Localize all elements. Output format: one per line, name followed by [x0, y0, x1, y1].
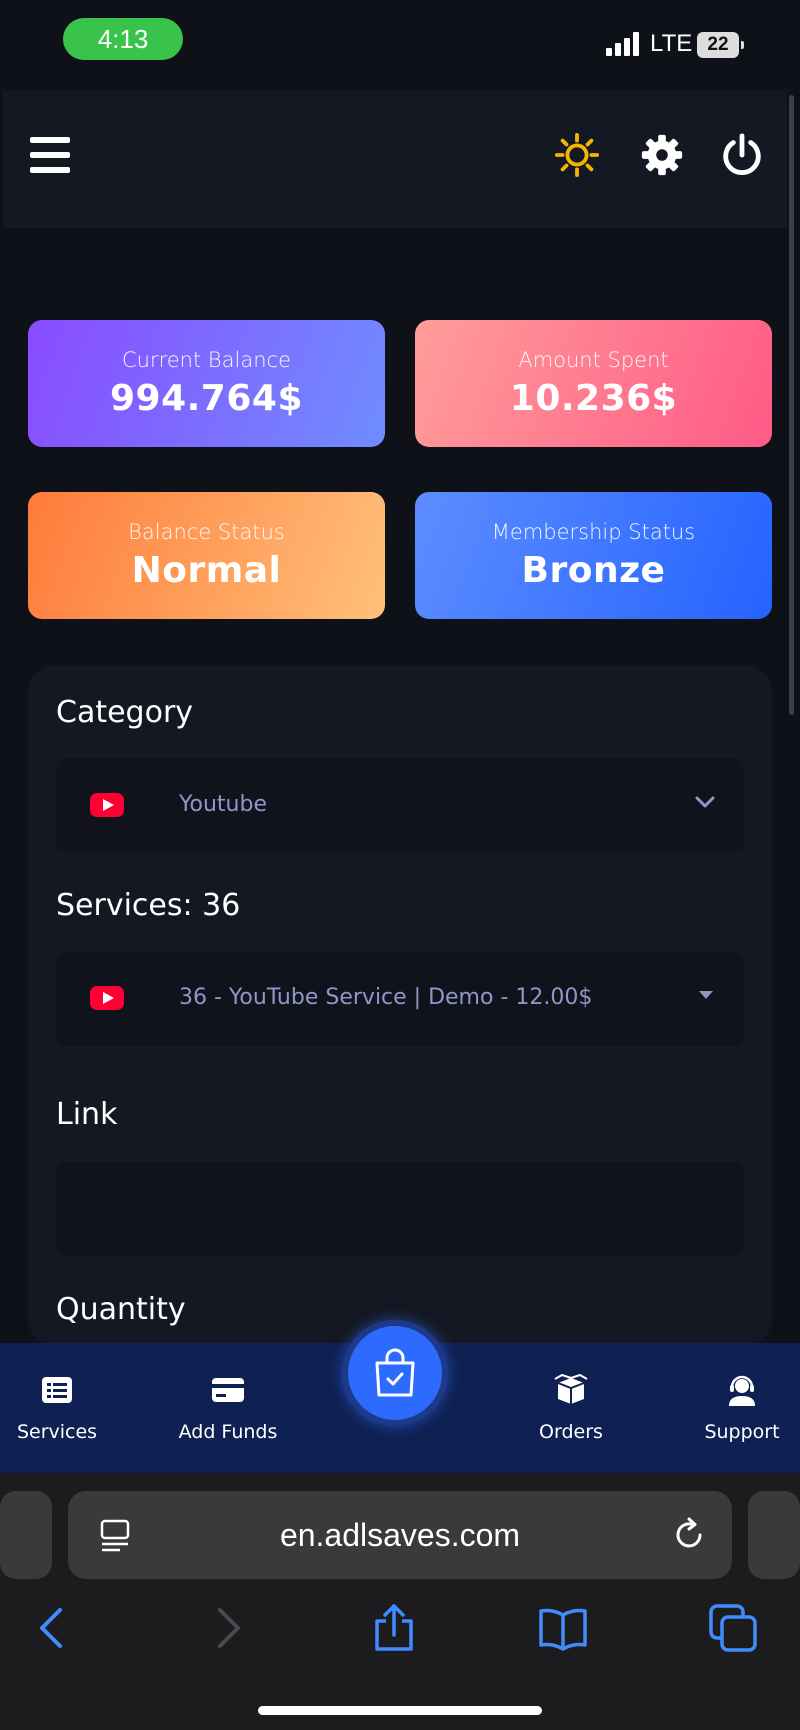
link-input[interactable] — [56, 1162, 744, 1257]
new-order-form: Category Youtube Services: 36 36 - YouTu… — [28, 665, 772, 1345]
signal-icon — [606, 32, 642, 56]
youtube-icon — [90, 793, 124, 817]
stat-value: Bronze — [521, 550, 666, 591]
shopping-bag-check-icon — [375, 1348, 415, 1397]
stat-value: Normal — [131, 550, 282, 591]
stat-label: Current Balance — [121, 348, 291, 372]
nav-item-services[interactable]: Services — [0, 1373, 132, 1443]
status-time: 4:13 — [63, 18, 183, 60]
category-label: Category — [56, 695, 194, 730]
service-value: 36 - YouTube Service | Demo - 12.00$ — [179, 985, 593, 1010]
forward-icon — [218, 1608, 240, 1648]
nav-item-support[interactable]: Support — [667, 1373, 800, 1443]
new-order-fab[interactable] — [342, 1320, 448, 1426]
home-indicator[interactable] — [258, 1706, 542, 1715]
back-icon[interactable] — [28, 1603, 78, 1653]
chevron-down-icon — [695, 796, 715, 808]
share-icon[interactable] — [369, 1603, 419, 1653]
stat-label: Amount Spent — [518, 348, 669, 372]
box-icon — [554, 1373, 588, 1404]
stat-value: 10.236$ — [509, 378, 678, 419]
balance-status-card: Balance Status Normal — [28, 492, 385, 619]
sun-icon[interactable] — [554, 132, 600, 178]
services-label: Services: 36 — [56, 888, 241, 923]
link-label: Link — [56, 1097, 118, 1132]
nav-label: Services — [16, 1421, 98, 1443]
category-select[interactable]: Youtube — [56, 758, 744, 852]
address-bar[interactable]: en.adlsaves.com — [68, 1491, 732, 1579]
stat-label: Balance Status — [128, 520, 285, 544]
nav-label: Orders — [539, 1421, 603, 1443]
nav-label: Support — [704, 1421, 780, 1443]
headset-icon — [729, 1375, 755, 1406]
service-select[interactable]: 36 - YouTube Service | Demo - 12.00$ — [56, 952, 744, 1046]
nav-label: Add Funds — [178, 1421, 278, 1443]
stat-label: Membership Status — [491, 520, 696, 544]
card-icon — [212, 1378, 244, 1402]
current-balance-card: Current Balance 994.764$ — [28, 320, 385, 447]
bookmarks-icon[interactable] — [538, 1603, 588, 1653]
caret-down-icon — [699, 991, 713, 999]
membership-status-card: Membership Status Bronze — [415, 492, 772, 619]
next-tab[interactable] — [748, 1491, 800, 1579]
page-scrollbar[interactable] — [789, 95, 794, 715]
network-type: LTE — [650, 30, 693, 57]
power-icon[interactable] — [719, 132, 765, 178]
quantity-label: Quantity — [56, 1292, 186, 1327]
list-icon — [42, 1377, 72, 1403]
url-text: en.adlsaves.com — [279, 1517, 521, 1553]
status-bar: 4:13 LTE 22 — [0, 0, 800, 80]
hamburger-icon[interactable] — [30, 137, 72, 173]
app-header — [3, 90, 787, 228]
gear-icon[interactable] — [639, 132, 685, 178]
nav-item-orders[interactable]: Orders — [496, 1373, 646, 1443]
browser-toolbar: en.adlsaves.com — [0, 1473, 800, 1730]
tabs-icon[interactable] — [708, 1603, 758, 1653]
stat-value: 994.764$ — [109, 378, 304, 419]
amount-spent-card: Amount Spent 10.236$ — [415, 320, 772, 447]
reload-icon[interactable] — [670, 1515, 710, 1555]
battery-icon: 22 — [697, 32, 744, 58]
category-value: Youtube — [179, 792, 267, 817]
previous-tab[interactable] — [0, 1491, 52, 1579]
nav-item-add-funds[interactable]: Add Funds — [153, 1373, 303, 1443]
youtube-icon — [90, 986, 124, 1010]
